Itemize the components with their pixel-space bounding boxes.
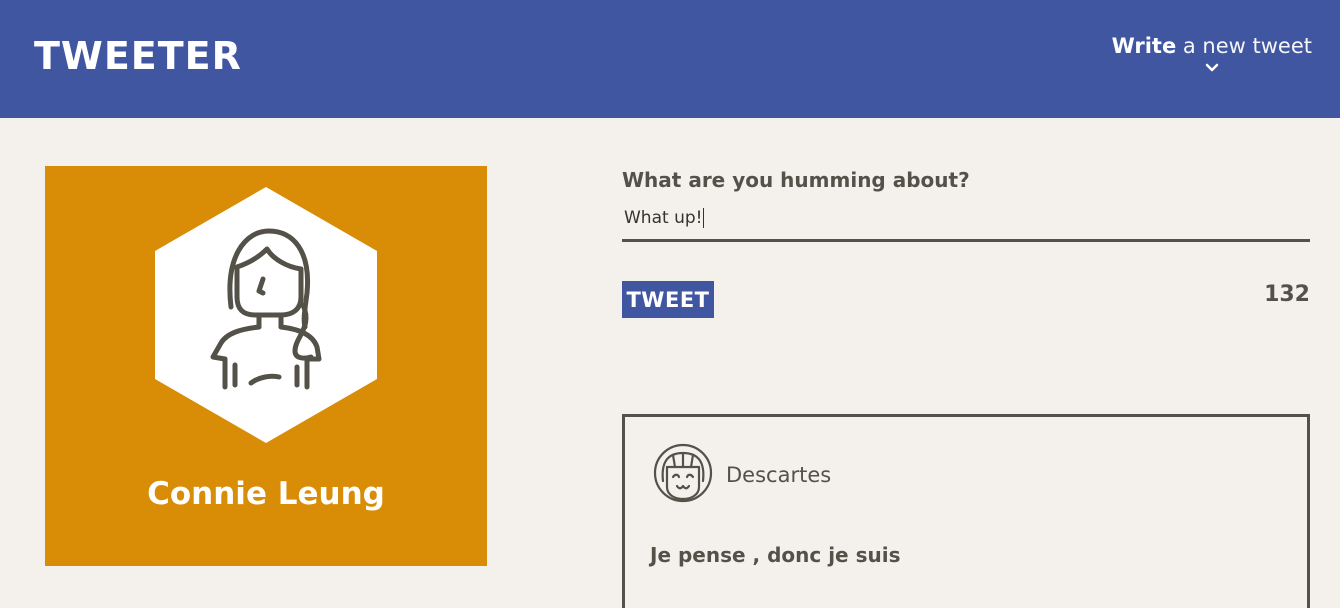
text-caret	[703, 208, 705, 228]
tweet-input-value[interactable]: What up!	[624, 208, 705, 228]
tweet-textarea[interactable]	[622, 202, 1310, 242]
composer-prompt: What are you humming about?	[622, 168, 970, 192]
smiling-girl-icon	[653, 443, 713, 503]
navbar: TWEETER Write a new tweet	[0, 0, 1340, 118]
tweet-card: Descartes Je pense , donc je suis	[622, 414, 1310, 608]
write-new-tweet-toggle[interactable]: Write a new tweet	[1112, 34, 1312, 74]
female-user-icon	[155, 187, 377, 443]
character-counter: 132	[1264, 282, 1310, 307]
app-logo[interactable]: TWEETER	[34, 34, 242, 78]
compose-label-strong: Write	[1111, 34, 1177, 58]
profile-card: Connie Leung	[45, 166, 487, 566]
chevron-down-icon	[1205, 63, 1219, 72]
tweet-input-text: What up!	[624, 208, 703, 228]
compose-label-light: a new tweet	[1176, 34, 1312, 58]
tweet-composer: What are you humming about? What up! TWE…	[622, 166, 1310, 318]
tweet-text: Je pense , donc je suis	[650, 543, 901, 567]
tweet-author: Descartes	[726, 463, 832, 487]
tweet-submit-button[interactable]: TWEET	[622, 281, 714, 318]
profile-name: Connie Leung	[147, 476, 385, 512]
